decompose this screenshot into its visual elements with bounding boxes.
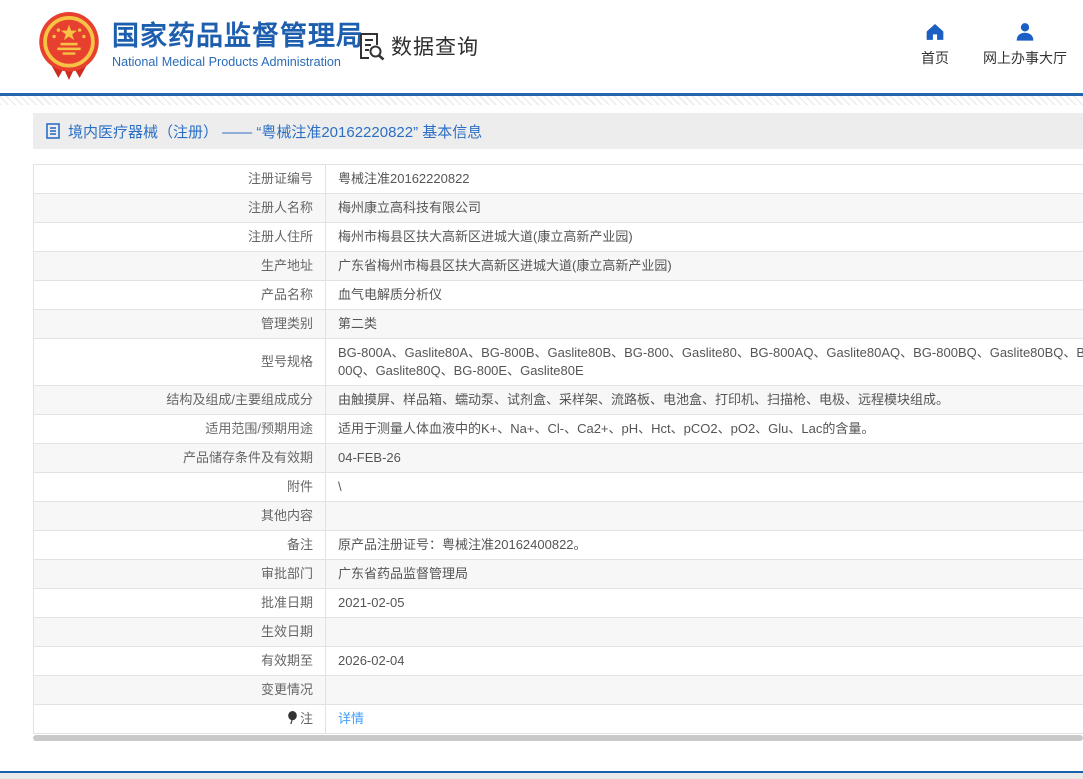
row-value: 详情 [325, 704, 1083, 734]
table-row: 型号规格 BG-800A、Gaslite80A、BG-800B、Gaslite80… [33, 338, 1083, 386]
details-link[interactable]: 详情 [338, 711, 364, 726]
row-label: 生产地址 [33, 251, 326, 281]
row-value: BG-800A、Gaslite80A、BG-800B、Gaslite80B、BG… [325, 338, 1083, 386]
document-search-icon [360, 33, 385, 61]
row-value: 适用于测量人体血液中的K+、Na+、Cl-、Ca2+、pH、Hct、pCO2、p… [325, 414, 1083, 444]
row-label: 有效期至 [33, 646, 326, 676]
table-row: 备注 原产品注册证号：粤械注准20162400822。 [33, 530, 1083, 560]
org-name-cn: 国家药品监督管理局 [112, 21, 364, 51]
row-value [325, 617, 1083, 647]
row-value: 粤械注准20162220822 [325, 164, 1083, 194]
page-footer [0, 771, 1083, 779]
national-emblem-logo [39, 12, 99, 80]
site-header: 国家药品监督管理局 National Medical Products Admi… [0, 0, 1083, 93]
document-icon [46, 123, 60, 139]
hatched-strip [0, 96, 1083, 105]
row-value [325, 501, 1083, 531]
nav-online-hall[interactable]: 网上办事大厅 [983, 22, 1067, 68]
table-row: 变更情况 [33, 675, 1083, 705]
row-value: 广东省药品监督管理局 [325, 559, 1083, 589]
row-label: 生效日期 [33, 617, 326, 647]
table-row: 注册证编号 粤械注准20162220822 [33, 164, 1083, 194]
table-row: 结构及组成/主要组成成分 由触摸屏、样品箱、蠕动泵、试剂盒、采样架、流路板、电池盒… [33, 385, 1083, 415]
row-label: 备注 [33, 530, 326, 560]
row-value: 04-FEB-26 [325, 443, 1083, 473]
horizontal-scrollbar[interactable] [33, 735, 1083, 741]
data-query-module: 数据查询 [356, 31, 479, 61]
row-label: 注册人住所 [33, 222, 326, 252]
row-label: 注册证编号 [33, 164, 326, 194]
row-value: 2021-02-05 [325, 588, 1083, 618]
row-label: 管理类别 [33, 309, 326, 339]
org-name-en: National Medical Products Administration [112, 55, 341, 69]
row-value: 血气电解质分析仪 [325, 280, 1083, 310]
breadcrumb: 境内医疗器械（注册） —— “粤械注准20162220822” 基本信息 [33, 113, 1083, 149]
row-value: 2026-02-04 [325, 646, 1083, 676]
table-row: 注详情 [33, 704, 1083, 734]
row-value: 梅州市梅县区扶大高新区进城大道(康立高新产业园) [325, 222, 1083, 252]
breadcrumb-text: 境内医疗器械（注册） —— “粤械注准20162220822” 基本信息 [68, 123, 483, 141]
table-row: 产品名称 血气电解质分析仪 [33, 280, 1083, 310]
row-value: 由触摸屏、样品箱、蠕动泵、试剂盒、采样架、流路板、电池盒、打印机、扫描枪、电极、… [325, 385, 1083, 415]
table-row: 注册人住所 梅州市梅县区扶大高新区进城大道(康立高新产业园) [33, 222, 1083, 252]
table-row: 注册人名称 梅州康立高科技有限公司 [33, 193, 1083, 223]
row-value: \ [325, 472, 1083, 502]
table-row: 产品储存条件及有效期 04-FEB-26 [33, 443, 1083, 473]
table-row: 其他内容 [33, 501, 1083, 531]
row-label: 注册人名称 [33, 193, 326, 223]
nav-home[interactable]: 首页 [921, 22, 949, 68]
row-value: 梅州康立高科技有限公司 [325, 193, 1083, 223]
info-table-viewport: 注册证编号 粤械注准20162220822 注册人名称 梅州康立高科技有限公司 注册人住… [33, 164, 1083, 734]
row-label: 产品名称 [33, 280, 326, 310]
row-label: 变更情况 [33, 675, 326, 705]
user-icon [1016, 23, 1034, 41]
table-row: 审批部门 广东省药品监督管理局 [33, 559, 1083, 589]
table-row: 批准日期 2021-02-05 [33, 588, 1083, 618]
row-label: 其他内容 [33, 501, 326, 531]
nav-home-label: 首页 [921, 50, 949, 66]
row-label: 适用范围/预期用途 [33, 414, 326, 444]
row-label: 产品储存条件及有效期 [33, 443, 326, 473]
row-label: 附件 [33, 472, 326, 502]
row-label: 审批部门 [33, 559, 326, 589]
row-label: 结构及组成/主要组成成分 [33, 385, 326, 415]
table-row: 管理类别 第二类 [33, 309, 1083, 339]
row-label: 型号规格 [33, 338, 326, 386]
row-value: 第二类 [325, 309, 1083, 339]
table-row: 生产地址 广东省梅州市梅县区扶大高新区进城大道(康立高新产业园) [33, 251, 1083, 281]
module-title: 数据查询 [391, 36, 479, 59]
registration-info-table: 注册证编号 粤械注准20162220822 注册人名称 梅州康立高科技有限公司 注册人住… [33, 164, 1083, 734]
row-label: 批准日期 [33, 588, 326, 618]
row-label: 注 [33, 704, 326, 734]
table-row: 有效期至 2026-02-04 [33, 646, 1083, 676]
table-row: 附件 \ [33, 472, 1083, 502]
home-icon [926, 24, 944, 40]
row-value [325, 675, 1083, 705]
table-row: 生效日期 [33, 617, 1083, 647]
balloon-icon [288, 711, 297, 725]
row-value: 原产品注册证号：粤械注准20162400822。 [325, 530, 1083, 560]
row-value: 广东省梅州市梅县区扶大高新区进城大道(康立高新产业园) [325, 251, 1083, 281]
table-row: 适用范围/预期用途 适用于测量人体血液中的K+、Na+、Cl-、Ca2+、pH、H… [33, 414, 1083, 444]
nav-online-hall-label: 网上办事大厅 [983, 50, 1067, 66]
